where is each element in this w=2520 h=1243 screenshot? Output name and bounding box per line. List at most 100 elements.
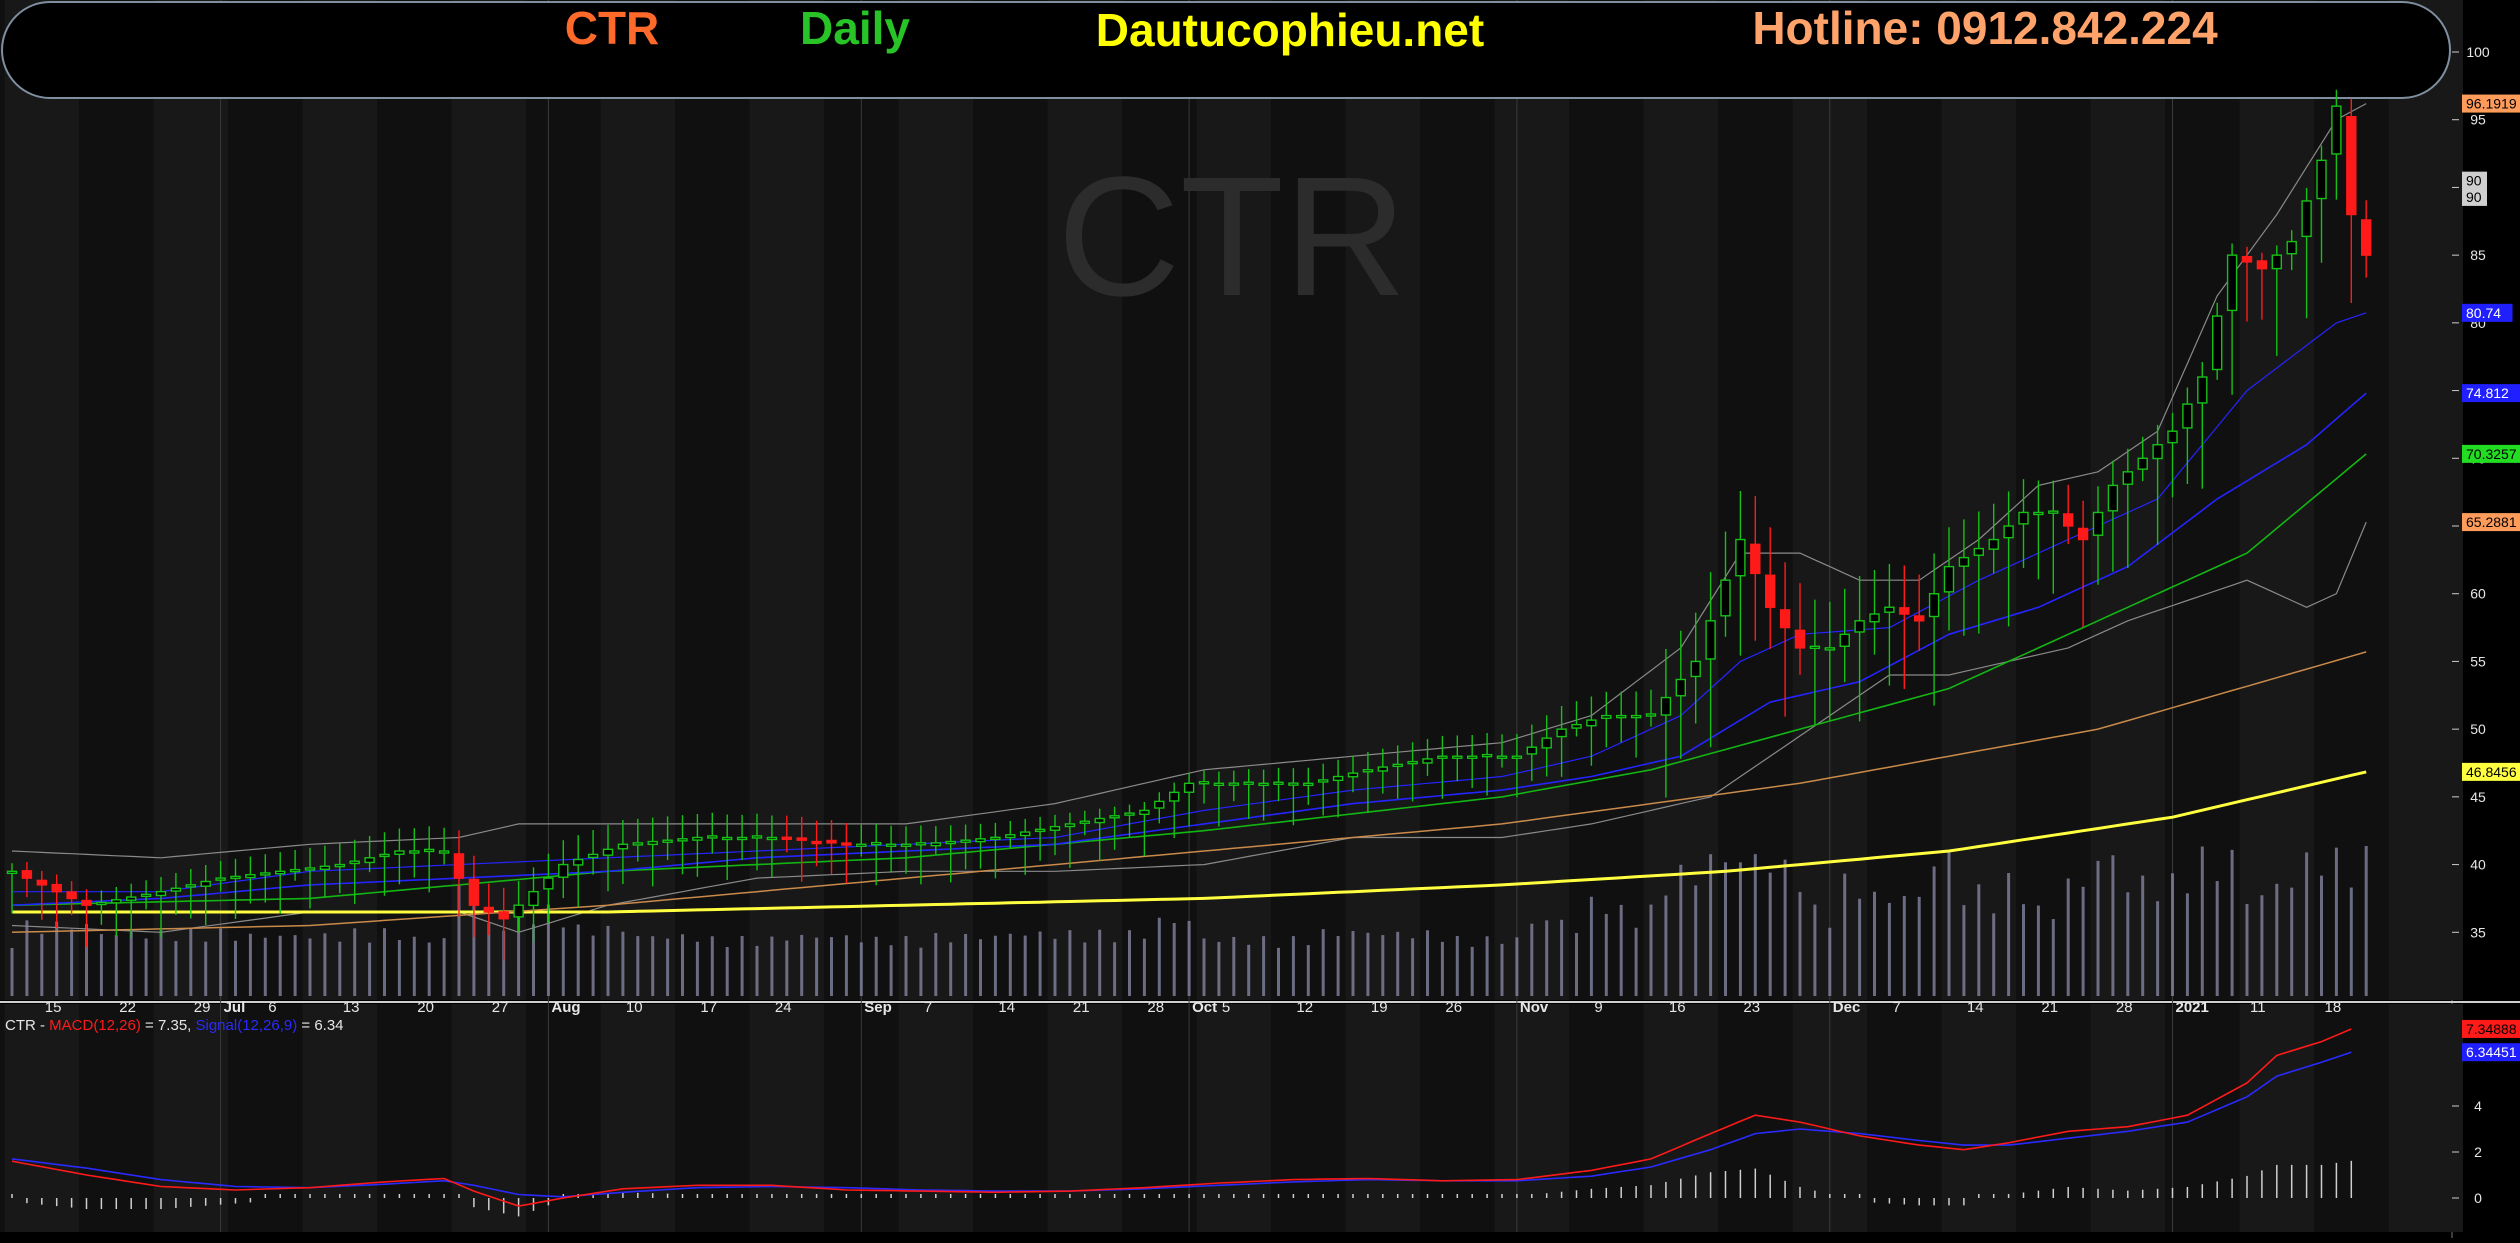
- volume-bar: [99, 934, 103, 996]
- volume-bar: [1247, 944, 1251, 996]
- price-tick-label: 50: [2470, 721, 2486, 737]
- volume-bar: [2036, 905, 2040, 996]
- volume-bar: [2096, 860, 2100, 996]
- volume-bar: [1455, 936, 1459, 996]
- volume-bar: [964, 933, 968, 996]
- stock-chart[interactable]: CTR CTR Daily Dautucophieu.net Hotline: …: [0, 0, 2520, 1238]
- candle-body: [260, 872, 271, 876]
- volume-bar: [1157, 917, 1161, 996]
- volume-bar: [1128, 930, 1131, 996]
- volume-bar: [2349, 887, 2353, 996]
- date-tick-label: Aug: [551, 999, 580, 1016]
- date-tick-label: Nov: [1520, 999, 1549, 1016]
- price-value-text: 46.8456: [2466, 764, 2517, 780]
- price-value-text: 90: [2466, 173, 2482, 189]
- candle-body: [215, 877, 226, 881]
- date-tick-label: 16: [1669, 999, 1686, 1016]
- candle-body: [96, 901, 107, 906]
- volume-bar: [1679, 864, 1683, 996]
- candle-body: [1899, 607, 1910, 615]
- volume-bar: [219, 928, 223, 996]
- candle-body: [1288, 782, 1299, 786]
- candle-body: [990, 836, 1001, 841]
- volume-bar: [1977, 884, 1981, 996]
- volume-bar: [2171, 873, 2174, 996]
- candle-body: [1571, 723, 1582, 729]
- candle-body: [125, 896, 137, 901]
- volume-bar: [979, 939, 982, 996]
- candle-body: [796, 837, 807, 841]
- volume-bar: [70, 929, 74, 996]
- volume-bar: [1530, 923, 1534, 996]
- candle-body: [1034, 828, 1046, 833]
- volume-bar: [815, 937, 819, 996]
- candle-body: [662, 839, 673, 843]
- candle-body: [1943, 565, 1955, 593]
- price-tick-label: 60: [2470, 586, 2486, 602]
- candle-body: [513, 904, 524, 918]
- macd-tick-label: 4: [2474, 1098, 2482, 1114]
- candle-body: [1928, 593, 1940, 618]
- candle-body: [558, 863, 569, 878]
- date-tick-label: 24: [775, 999, 792, 1016]
- candle-body: [871, 841, 882, 846]
- volume-bar: [1873, 891, 1876, 996]
- volume-bar: [1932, 866, 1936, 996]
- volume-bar: [2066, 878, 2070, 996]
- volume-bar: [830, 937, 833, 996]
- candle-body: [781, 836, 792, 840]
- date-tick-label: 7: [1892, 999, 1900, 1016]
- macd-legend-macd: MACD(12,26): [49, 1017, 141, 1034]
- candle-body: [170, 887, 182, 892]
- candle-body: [1779, 609, 1791, 629]
- candle-body: [2331, 105, 2342, 155]
- stock-chart-window: CTR CTR Daily Dautucophieu.net Hotline: …: [0, 0, 2520, 1238]
- candle-body: [275, 870, 286, 875]
- volume-bar: [248, 933, 252, 996]
- date-tick-label: 21: [2041, 999, 2058, 1016]
- candle-body: [2256, 260, 2268, 270]
- week-band-macd: [451, 1004, 527, 1232]
- site-label: Dautucophieu.net: [1096, 4, 1484, 56]
- candle-body: [409, 850, 420, 854]
- volume-bar: [1753, 854, 1757, 996]
- timeframe-label: Daily: [800, 2, 910, 54]
- candle-body: [766, 836, 778, 841]
- volume-bar: [129, 931, 133, 996]
- volume-bar: [1321, 929, 1325, 996]
- volume-bar: [427, 942, 431, 996]
- candle-body: [2062, 513, 2074, 527]
- candle-body: [1615, 714, 1627, 719]
- candle-body: [2211, 315, 2223, 371]
- volume-bar: [591, 935, 595, 996]
- date-tick-label: 17: [700, 999, 717, 1016]
- volume-bar: [234, 940, 237, 996]
- candle-body: [1958, 556, 1970, 567]
- candle-body: [856, 843, 867, 847]
- candle-body: [1303, 782, 1314, 787]
- volume-bar: [323, 933, 327, 996]
- date-tick-label: Jul: [224, 999, 246, 1016]
- candle-body: [2018, 511, 2029, 525]
- candle-body: [1466, 755, 1478, 759]
- price-tick-label: 85: [2470, 247, 2486, 263]
- date-tick-label: 15: [45, 999, 62, 1016]
- date-tick-label: 21: [1073, 999, 1090, 1016]
- candle-body: [2152, 444, 2163, 460]
- volume-bar: [949, 942, 953, 996]
- volume-bar: [1783, 859, 1787, 996]
- candle-body: [245, 874, 256, 879]
- volume-bar: [666, 938, 670, 996]
- volume-bar: [2320, 875, 2323, 996]
- date-tick-label: 28: [2116, 999, 2133, 1016]
- volume-bar: [919, 947, 923, 996]
- volume-bar: [1545, 920, 1549, 996]
- candle-body: [1511, 755, 1523, 759]
- candle-body: [1556, 728, 1567, 738]
- volume-bar: [1813, 904, 1817, 996]
- candle-body: [1988, 538, 1999, 550]
- candle-body: [2316, 159, 2327, 200]
- volume-bar: [338, 941, 342, 996]
- volume-bar: [1470, 946, 1474, 996]
- volume-bar: [1694, 885, 1698, 996]
